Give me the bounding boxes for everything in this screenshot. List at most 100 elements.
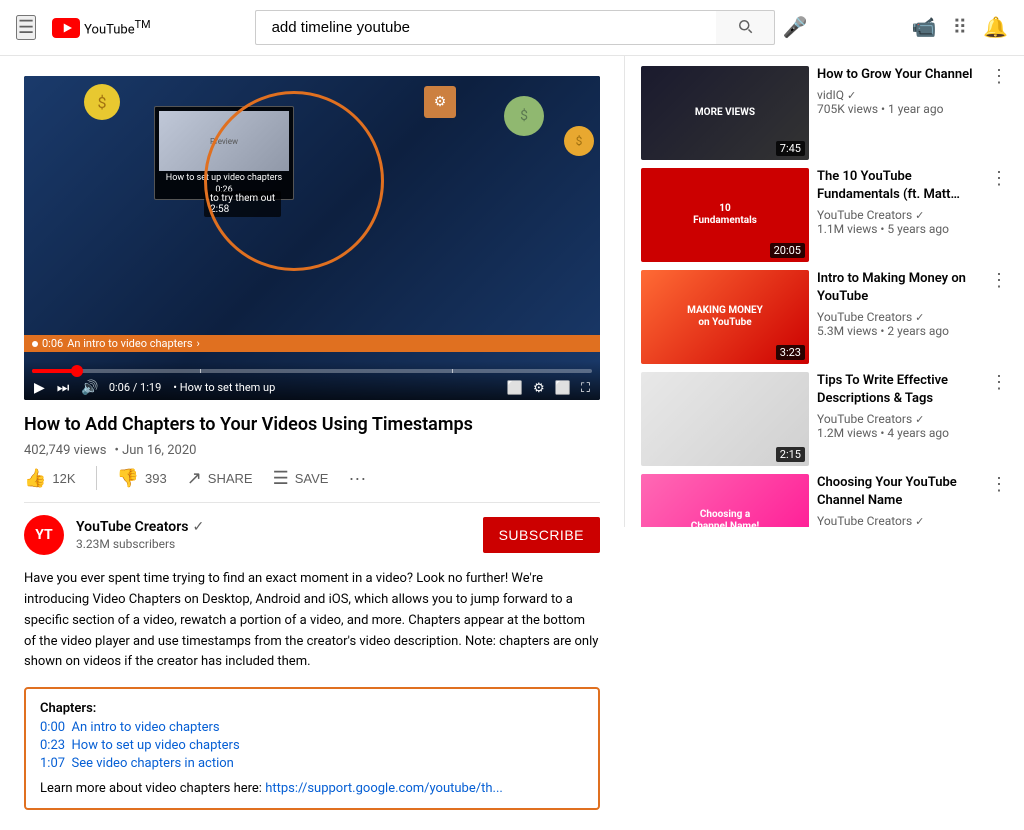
verified-icon-1: ✓ [915,209,924,222]
progress-bar[interactable] [32,369,592,373]
learn-more-link[interactable]: https://support.google.com/youtube/th... [265,781,503,796]
sidebar-channel-3: YouTube Creators ✓ [817,412,988,426]
sidebar-thumb-3[interactable]: 2:15 [641,372,809,466]
channel-info: YouTube Creators ✓ 3.23M subscribers [76,519,204,551]
video-controls: ▶ ⏭ 🔊 0:06 / 1:19 • How to set them up ⬜… [24,361,600,400]
logo[interactable]: YouTubeTM [52,18,150,38]
save-button[interactable]: ☰ SAVE [273,468,329,489]
search-input[interactable] [255,10,716,45]
thumb-label-2: MAKING MONEY on YouTube [683,305,767,329]
search-bar [255,10,775,45]
verified-icon-0: ✓ [847,89,856,102]
sidebar-channel-4: YouTube Creators ✓ [817,514,988,527]
channel-name: YouTube Creators [76,519,188,535]
learn-more: Learn more about video chapters here: ht… [40,781,584,796]
chapter-link-1[interactable]: 0:23 How to set up video chapters [40,738,584,753]
channel-row: YT YouTube Creators ✓ 3.23M subscribers … [24,515,600,555]
deco-coin-2: $ [504,96,544,136]
logo-word: YouTube [84,22,135,37]
save-icon: ☰ [273,468,289,489]
chapters-box: Chapters: 0:00 An intro to video chapter… [24,687,600,810]
video-player[interactable]: $ $ $ ⚙ Preview How to set up video chap… [24,76,600,400]
header: ☰ YouTubeTM 🎤 📹 ⠿ 🔔 [0,0,1024,56]
logo-sup: TM [135,18,151,31]
chapter-preview: Preview How to set up video chapters 0:2… [154,106,294,200]
sidebar-title-0[interactable]: How to Grow Your Channel [817,66,988,84]
publish-date-value: Jun 16, 2020 [122,443,196,458]
share-icon: ↗ [187,468,202,489]
chapter-preview-thumb: Preview [159,111,289,171]
chapter-link-0[interactable]: 0:00 An intro to video chapters [40,720,584,735]
verified-icon: ✓ [192,519,204,535]
channel-avatar: YT [24,515,64,555]
thumbs-up-icon: 👍 [24,468,46,489]
chapter-title-display: • How to set them up [173,381,497,394]
theater-button[interactable]: ⬜ [553,380,573,396]
sidebar-items-container: MORE VIEWS7:45How to Grow Your Channelvi… [641,66,1008,527]
video-create-button[interactable]: 📹 [912,15,937,40]
sidebar-channel-2: YouTube Creators ✓ [817,310,988,324]
sidebar-more-button-1[interactable]: ⋮ [990,168,1008,189]
sidebar-thumb-0[interactable]: MORE VIEWS7:45 [641,66,809,160]
chapter-preview-label: How to set up video chapters [159,171,289,185]
publish-date: • [114,443,122,458]
sidebar-info-3: Tips To Write Effective Descriptions & T… [809,372,1008,466]
verified-icon-4: ✓ [915,515,924,527]
video-meta: 402,749 views • Jun 16, 2020 [24,443,600,458]
subscribe-button[interactable]: SUBSCRIBE [483,517,600,553]
search-button[interactable] [716,10,775,45]
sidebar-meta-0: 705K views • 1 year ago [817,102,988,116]
sidebar-title-1[interactable]: The 10 YouTube Fundamentals (ft. Matt Ko… [817,168,988,204]
mic-button[interactable]: 🎤 [783,10,808,45]
sidebar-item: Choosing a Channel Name!1:53Choosing You… [641,474,1008,527]
sidebar-more-button-4[interactable]: ⋮ [990,474,1008,495]
sidebar-title-4[interactable]: Choosing Your YouTube Channel Name [817,474,988,510]
sidebar-more-button-3[interactable]: ⋮ [990,372,1008,393]
fullscreen-button[interactable]: ⛶ [579,380,592,396]
notifications-button[interactable]: 🔔 [983,15,1008,40]
thumbs-down-icon: 👎 [117,468,139,489]
chapter-marker-2 [452,369,453,373]
sidebar-info-0: How to Grow Your ChannelvidIQ ✓705K view… [809,66,1008,160]
sidebar-more-button-2[interactable]: ⋮ [990,270,1008,291]
deco-shape: ⚙ [424,86,456,118]
verified-icon-3: ✓ [915,413,924,426]
dislike-button[interactable]: 👎 393 [117,468,167,489]
play-button[interactable]: ▶ [32,379,47,396]
next-button[interactable]: ⏭ [55,379,72,396]
sidebar-meta-3: 1.2M views • 4 years ago [817,426,988,440]
sidebar-thumb-2[interactable]: MAKING MONEY on YouTube3:23 [641,270,809,364]
video-section: $ $ $ ⚙ Preview How to set up video chap… [0,56,624,830]
sidebar-meta-1: 1.1M views • 5 years ago [817,222,988,236]
play-icon [57,22,75,34]
sidebar-title-2[interactable]: Intro to Making Money on YouTube [817,270,988,306]
chapter-marker-1 [200,369,201,373]
deco-coin-3: $ [564,126,594,156]
video-description: Have you ever spent time trying to find … [24,569,600,673]
menu-button[interactable]: ☰ [16,15,36,40]
chapters-label: Chapters: [40,701,584,716]
sidebar-title-3[interactable]: Tips To Write Effective Descriptions & T… [817,372,988,408]
chapter-link-2[interactable]: 1:07 See video chapters in action [40,756,584,771]
sidebar-item: 2:15 Tips To Write Effective Descriptions… [641,372,1008,466]
volume-button[interactable]: 🔊 [79,379,100,396]
verified-icon-2: ✓ [915,311,924,324]
subtitles-button[interactable]: ⬜ [505,380,525,396]
video-title: How to Add Chapters to Your Videos Using… [24,412,600,437]
current-time: 0:06 / 1:19 [109,381,161,394]
share-button[interactable]: ↗ SHARE [187,468,253,489]
like-button[interactable]: 👍 12K [24,468,76,489]
channel-name-row: YouTube Creators ✓ [76,519,204,535]
more-actions-button[interactable]: ··· [348,469,366,487]
sidebar-more-button-0[interactable]: ⋮ [990,66,1008,87]
chapter-bar-dot [32,341,38,347]
apps-button[interactable]: ⠿ [952,15,967,40]
sidebar-thumb-1[interactable]: 10 Fundamentals20:05 [641,168,809,262]
sidebar-item: MAKING MONEY on YouTube3:23Intro to Maki… [641,270,1008,364]
chapter-bar-label: An intro to video chapters [67,337,192,350]
chapter-time: 0:06 [42,337,63,350]
sidebar-thumb-4[interactable]: Choosing a Channel Name!1:53 [641,474,809,527]
thumb-duration-3: 2:15 [776,447,805,462]
settings-button[interactable]: ⚙ [531,380,547,396]
chapter-markers [32,369,592,373]
